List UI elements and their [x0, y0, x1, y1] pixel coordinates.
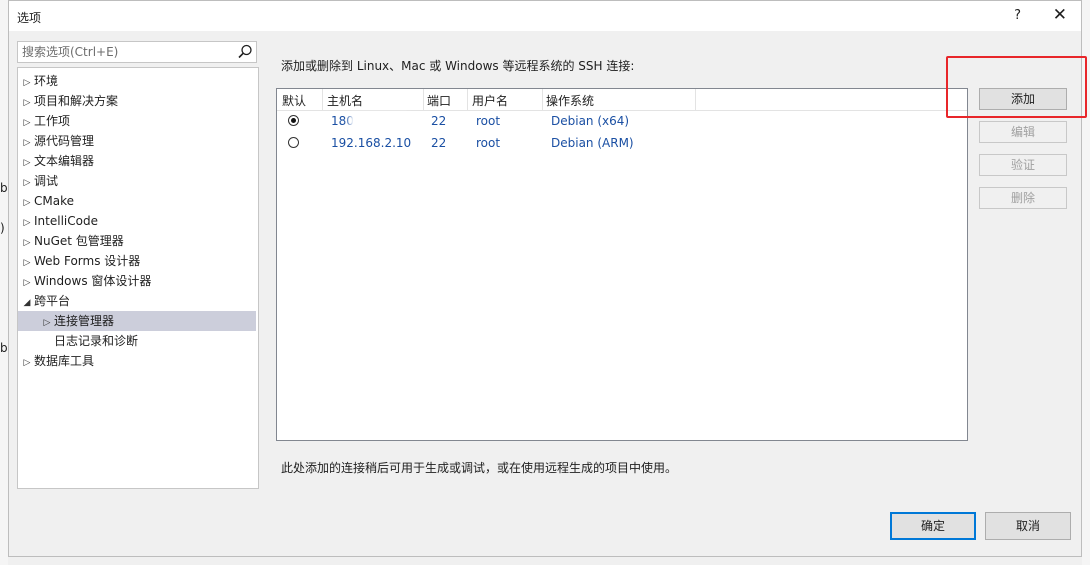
column-header-username[interactable]: 用户名 [472, 92, 508, 109]
column-divider[interactable] [695, 89, 696, 110]
options-tree: ▷ 环境 ▷ 项目和解决方案 ▷ 工作项 ▷ 源代码管理 ▷ 文本编辑器 ▷ 调试 ▷ CMa… [17, 67, 259, 489]
tree-item-database-tools[interactable]: ▷ 数据库工具 [20, 351, 94, 371]
redacted-hostname [349, 114, 409, 128]
expand-arrow-icon[interactable]: ▷ [20, 73, 34, 93]
tree-item-connection-manager[interactable]: ▷ 连接管理器 [18, 311, 256, 331]
table-header: 默认 主机名 端口 用户名 操作系统 [277, 89, 967, 111]
table-row[interactable]: 192.168.2.10 22 root Debian (ARM) [277, 132, 967, 154]
column-header-os[interactable]: 操作系统 [546, 92, 594, 109]
expand-arrow-icon[interactable]: ▷ [20, 273, 34, 293]
expand-arrow-icon[interactable]: ▷ [20, 253, 34, 273]
expand-arrow-icon[interactable]: ▷ [20, 153, 34, 173]
expand-arrow-icon[interactable]: ▷ [40, 313, 54, 333]
background-text-fragment: ) [0, 221, 5, 235]
cell-port: 22 [431, 114, 447, 128]
expand-arrow-icon[interactable]: ▷ [20, 133, 34, 153]
close-button[interactable]: ✕ [1053, 5, 1067, 25]
footer-note: 此处添加的连接稍后可用于生成或调试，或在使用远程生成的项目中使用。 [281, 461, 678, 475]
column-header-port[interactable]: 端口 [427, 92, 451, 109]
default-radio[interactable] [288, 115, 299, 126]
column-divider[interactable] [467, 89, 468, 110]
cell-username: root [476, 114, 501, 128]
tree-item-work-items[interactable]: ▷ 工作项 [20, 111, 70, 131]
search-icon[interactable] [237, 43, 253, 61]
cell-os: Debian (ARM) [551, 136, 634, 150]
column-divider[interactable] [423, 89, 424, 110]
window-title: 选项 [17, 11, 42, 25]
expand-arrow-icon[interactable]: ▷ [20, 93, 34, 113]
cell-hostname: 192.168.2.10 [331, 136, 412, 150]
tree-item-text-editor[interactable]: ▷ 文本编辑器 [20, 151, 94, 171]
cell-port: 22 [431, 136, 447, 150]
expand-arrow-icon[interactable]: ▷ [20, 233, 34, 253]
page-description: 添加或删除到 Linux、Mac 或 Windows 等远程系统的 SSH 连接… [281, 59, 635, 73]
tree-item-web-forms-designer[interactable]: ▷ Web Forms 设计器 [20, 251, 141, 273]
search-box [17, 41, 257, 63]
expand-arrow-icon[interactable]: ▷ [20, 173, 34, 193]
collapse-arrow-icon[interactable]: ◢ [20, 293, 34, 313]
annotation-highlight-box [946, 56, 1087, 118]
connections-table: 默认 主机名 端口 用户名 操作系统 180 22 root Debian (x… [276, 88, 968, 441]
ok-button[interactable]: 确定 [890, 512, 976, 540]
tree-item-logging-diagnostics[interactable]: 日志记录和诊断 [54, 331, 138, 351]
default-radio[interactable] [288, 137, 299, 148]
tree-item-nuget[interactable]: ▷ NuGet 包管理器 [20, 231, 124, 251]
expand-arrow-icon[interactable]: ▷ [20, 353, 34, 373]
cell-username: root [476, 136, 501, 150]
tree-item-windows-forms-designer[interactable]: ▷ Windows 窗体设计器 [20, 271, 152, 293]
column-header-default[interactable]: 默认 [282, 92, 306, 109]
help-button[interactable]: ? [1014, 8, 1021, 23]
expand-arrow-icon[interactable]: ▷ [20, 193, 34, 213]
cell-os: Debian (x64) [551, 114, 630, 128]
background-text-fragment: b [0, 181, 8, 195]
tree-item-cmake[interactable]: ▷ CMake [20, 191, 74, 211]
search-input[interactable] [22, 44, 232, 60]
column-divider[interactable] [322, 89, 323, 110]
column-divider[interactable] [542, 89, 543, 110]
expand-arrow-icon[interactable]: ▷ [20, 113, 34, 133]
tree-item-debugging[interactable]: ▷ 调试 [20, 171, 58, 191]
expand-arrow-icon[interactable]: ▷ [20, 213, 34, 233]
tree-item-cross-platform[interactable]: ◢ 跨平台 [20, 291, 70, 311]
tree-item-intellicode[interactable]: ▷ IntelliCode [20, 211, 98, 231]
table-row[interactable]: 180 22 root Debian (x64) [277, 110, 967, 132]
background-text-fragment: b [0, 341, 8, 355]
tree-item-projects-solutions[interactable]: ▷ 项目和解决方案 [20, 91, 118, 111]
verify-button[interactable]: 验证 [979, 154, 1067, 176]
options-dialog: 选项 ? ✕ ▷环境 ▷项目和解决方案 ▷工作项 ▷源代码管理 ▷文本编辑器 ▷… [8, 0, 1087, 557]
delete-button[interactable]: 删除 [979, 187, 1067, 209]
tree-item-source-control[interactable]: ▷ 源代码管理 [20, 131, 94, 151]
edit-button[interactable]: 编辑 [979, 121, 1067, 143]
background-window-left-edge [0, 0, 8, 565]
title-bar: 选项 ? ✕ [9, 1, 1081, 31]
column-header-hostname[interactable]: 主机名 [327, 92, 363, 109]
cancel-button[interactable]: 取消 [985, 512, 1071, 540]
tree-item-environment[interactable]: ▷ 环境 [20, 71, 58, 91]
